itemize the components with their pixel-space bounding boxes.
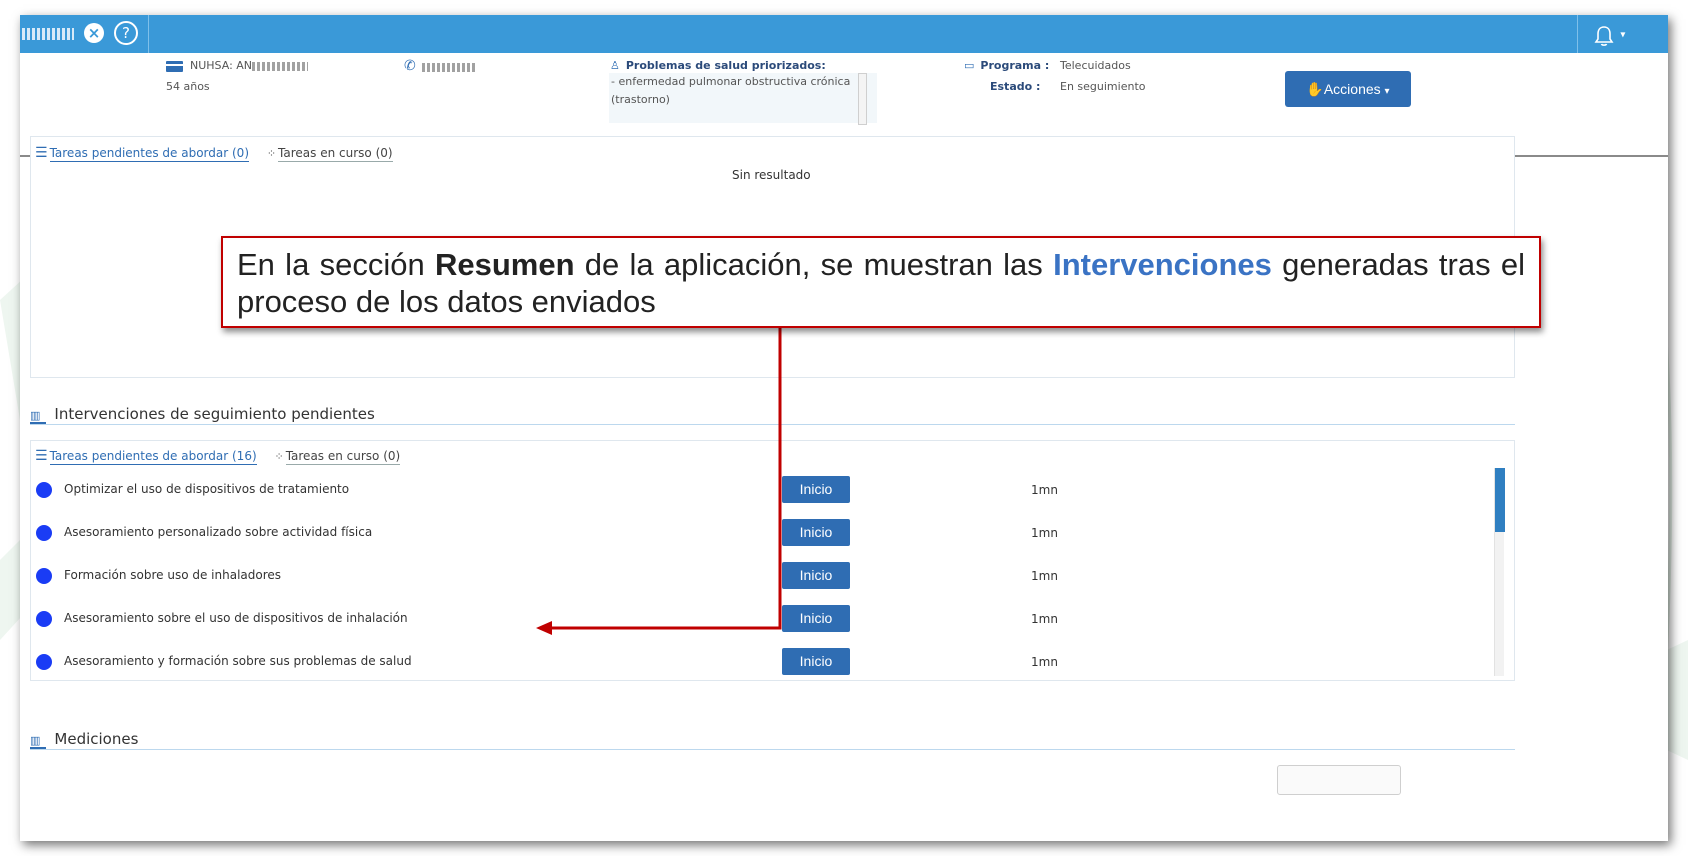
state-value: En seguimiento <box>1060 80 1146 93</box>
status-dot-icon <box>36 568 52 584</box>
nuhsa-value-masked <box>252 61 309 71</box>
phone-field: ✆ <box>404 58 476 74</box>
patient-age: 54 años <box>166 80 210 93</box>
close-icon[interactable]: × <box>84 23 104 43</box>
top-bar: × ? ▾ <box>20 15 1668 53</box>
interventions-title-text: Intervenciones de seguimiento pendientes <box>54 405 375 423</box>
callout-text: de la aplicación, se muestran las <box>574 247 1054 282</box>
app-window: × ? ▾ NUHSA: AN 54 años ✆ ♙ Problemas de … <box>20 15 1668 841</box>
hand-icon: ✋ <box>1306 81 1324 97</box>
problems-title: ♙ Problemas de salud priorizados: <box>610 59 826 72</box>
no-result-text: Sin resultado <box>732 168 811 182</box>
task-time: 1mn <box>1031 655 1058 669</box>
task-row: Asesoramiento sobre el uso de dispositiv… <box>30 605 1510 633</box>
task-label: Optimizar el uso de dispositivos de trat… <box>64 482 350 496</box>
help-icon[interactable]: ? <box>114 21 138 45</box>
annotation-callout: En la sección Resumen de la aplicación, … <box>221 236 1541 328</box>
topbar-divider <box>148 15 149 53</box>
actions-label: Acciones <box>1323 81 1381 97</box>
measurements-section-title: ▥ Mediciones <box>30 730 138 749</box>
nuhsa-label: NUHSA: AN <box>190 59 253 72</box>
status-dot-icon <box>36 525 52 541</box>
person-icon: ♙ <box>610 59 620 72</box>
callout-text: En la sección <box>237 247 435 282</box>
spinner-icon: ⁘ <box>266 147 277 160</box>
id-card-icon <box>166 60 183 72</box>
task-label: Asesoramiento y formación sobre sus prob… <box>64 654 412 668</box>
status-dot-icon <box>36 611 52 627</box>
task-label: Asesoramiento sobre el uso de dispositiv… <box>64 611 408 625</box>
task-time: 1mn <box>1031 483 1058 497</box>
section-divider <box>30 424 1515 425</box>
task-row: Optimizar el uso de dispositivos de trat… <box>30 476 1510 504</box>
app-logo <box>22 28 74 40</box>
notifications-button[interactable]: ▾ <box>1594 22 1625 48</box>
list-icon: ☰ <box>35 448 48 464</box>
chart-icon: ▥ <box>30 735 47 749</box>
measurements-title-text: Mediciones <box>54 730 139 748</box>
actions-button[interactable]: ✋Acciones ▾ <box>1285 71 1411 107</box>
phone-value-masked <box>421 62 476 72</box>
callout-highlight-text: Intervenciones <box>1053 247 1272 282</box>
start-button[interactable]: Inicio <box>782 519 850 546</box>
program-label-group: ▭ Programa : <box>964 59 1049 72</box>
tab-in-progress[interactable]: Tareas en curso (0) <box>285 449 401 465</box>
program-label: Programa : <box>980 59 1050 72</box>
phone-icon: ✆ <box>404 58 416 74</box>
list-icon: ☰ <box>35 145 48 161</box>
state-label: Estado : <box>990 80 1041 93</box>
problem-line: (trastorno) <box>611 93 670 106</box>
task-row: Formación sobre uso de inhaladores Inici… <box>30 562 1510 590</box>
spinner-icon: ⁘ <box>274 450 284 463</box>
interventions-section-title: ▥ Intervenciones de seguimiento pendiente… <box>30 405 375 424</box>
task-time: 1mn <box>1031 612 1058 626</box>
tab-pending[interactable]: Tareas pendientes de abordar (0) <box>49 146 249 162</box>
nuhsa-field: NUHSA: AN <box>166 59 309 72</box>
start-button[interactable]: Inicio <box>782 605 850 632</box>
task-label: Asesoramiento personalizado sobre activi… <box>64 525 373 539</box>
start-button[interactable]: Inicio <box>782 476 850 503</box>
chevron-down-icon: ▾ <box>1620 29 1626 41</box>
tab-pending[interactable]: Tareas pendientes de abordar (16) <box>49 449 257 465</box>
topbar-divider <box>1577 15 1578 53</box>
problems-title-label: Problemas de salud priorizados: <box>625 59 826 72</box>
chart-icon: ▥ <box>30 410 47 424</box>
task-time: 1mn <box>1031 526 1058 540</box>
tab-in-progress[interactable]: Tareas en curso (0) <box>278 146 393 162</box>
task-row: Asesoramiento personalizado sobre activi… <box>30 519 1510 547</box>
start-button[interactable]: Inicio <box>782 562 850 589</box>
problem-line: - enfermedad pulmonar obstructiva crónic… <box>611 75 851 88</box>
problems-scrollbar[interactable] <box>858 73 867 125</box>
interventions-tabs: ☰ Tareas pendientes de abordar (16) ⁘ Tare… <box>35 448 401 465</box>
scrollbar-thumb[interactable] <box>1495 468 1505 532</box>
bed-icon: ▭ <box>964 59 975 72</box>
interventions-scrollbar[interactable] <box>1494 468 1505 676</box>
status-dot-icon <box>36 482 52 498</box>
chevron-down-icon: ▾ <box>1384 86 1390 97</box>
start-button[interactable]: Inicio <box>782 648 850 675</box>
task-row: Asesoramiento y formación sobre sus prob… <box>30 648 1510 676</box>
bell-icon <box>1594 25 1614 46</box>
task-time: 1mn <box>1031 569 1058 583</box>
section-divider <box>30 749 1515 750</box>
problems-list[interactable]: - enfermedad pulmonar obstructiva crónic… <box>609 73 877 123</box>
status-dot-icon <box>36 654 52 670</box>
program-value: Telecuidados <box>1060 59 1131 72</box>
tasks-tabs: ☰ Tareas pendientes de abordar (0) ⁘ Tarea… <box>35 145 393 162</box>
measurements-action-button[interactable] <box>1277 765 1401 795</box>
task-label: Formación sobre uso de inhaladores <box>64 568 282 582</box>
callout-bold-text: Resumen <box>434 247 575 282</box>
